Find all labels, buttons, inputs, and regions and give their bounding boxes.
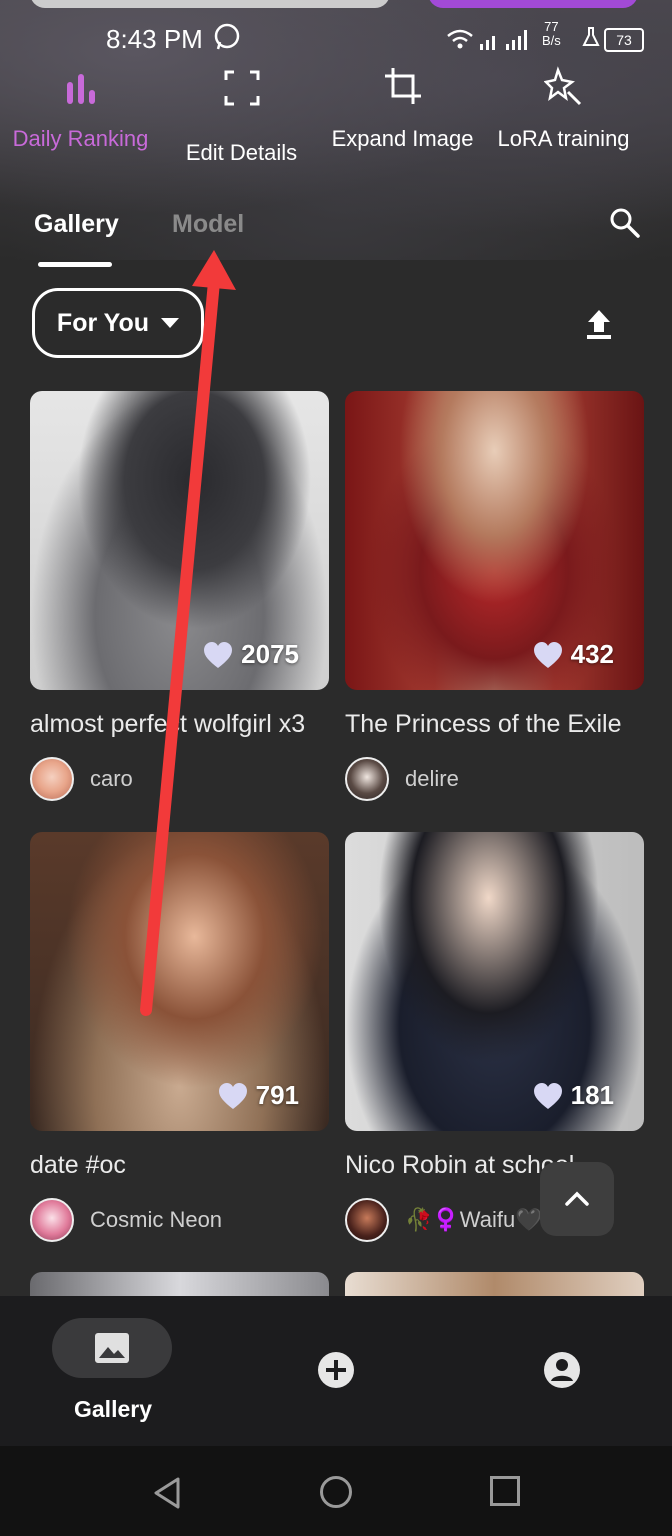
gallery-card[interactable]: 432 The Princess of the Exile delire — [345, 391, 644, 801]
bar-chart-icon — [66, 74, 95, 104]
author-row[interactable]: caro — [30, 757, 329, 801]
feed-filter-dropdown[interactable]: For You — [32, 288, 204, 358]
heart-icon — [218, 1082, 247, 1109]
edit-details-action[interactable]: Edit Details — [161, 50, 322, 170]
artwork-thumbnail[interactable]: 432 — [345, 391, 644, 690]
feed-filter-label: For You — [56, 308, 150, 337]
author-name: caro — [90, 766, 133, 791]
avatar[interactable] — [30, 757, 74, 801]
heart-icon — [533, 641, 562, 668]
battery-indicator: 73 — [604, 28, 644, 52]
gallery-card[interactable]: 2075 almost perfect wolfgirl x3 caro — [30, 391, 329, 801]
add-circle-icon[interactable] — [316, 1350, 356, 1390]
artwork-thumbnail[interactable]: 2075 — [30, 391, 329, 690]
daily-ranking-label: Daily Ranking — [12, 126, 149, 151]
like-count-value: 432 — [570, 639, 614, 669]
tab-gallery[interactable]: Gallery — [34, 210, 119, 239]
gallery-card-partial[interactable] — [345, 1272, 644, 1296]
edit-details-label: Edit Details — [185, 140, 298, 165]
lora-training-action[interactable]: LoRA training — [483, 50, 644, 170]
home-icon[interactable] — [320, 1476, 352, 1508]
like-count-value: 791 — [255, 1080, 299, 1110]
gallery-card-partial[interactable] — [30, 1272, 329, 1296]
like-count[interactable]: 181 — [533, 1080, 614, 1111]
magic-star-icon — [543, 66, 581, 106]
expand-image-label: Expand Image — [331, 126, 474, 151]
heart-icon — [533, 1082, 562, 1109]
system-navigation-bar — [0, 1446, 672, 1536]
heart-icon — [204, 641, 233, 668]
tab-model[interactable]: Model — [172, 210, 244, 239]
gallery-model-tabs: Gallery Model — [0, 206, 672, 267]
like-count-value: 2075 — [241, 639, 299, 669]
search-icon[interactable] — [608, 206, 642, 240]
like-count[interactable]: 791 — [218, 1080, 299, 1111]
artwork-thumbnail[interactable]: 181 — [345, 832, 644, 1131]
network-speed: 77 B/s — [542, 20, 561, 48]
top-banner-right — [428, 0, 638, 8]
top-banner-left — [30, 0, 390, 8]
avatar[interactable] — [30, 1198, 74, 1242]
artwork-title[interactable]: The Princess of the Exile — [345, 710, 644, 739]
network-speed-unit: B/s — [542, 33, 561, 48]
author-name: 🥀♀️Waifu🖤 — [405, 1207, 543, 1232]
like-count-value: 181 — [570, 1080, 614, 1110]
nav-gallery-label[interactable]: Gallery — [74, 1396, 152, 1423]
nav-gallery-button[interactable] — [52, 1318, 172, 1378]
profile-icon[interactable] — [542, 1350, 582, 1390]
image-icon — [95, 1333, 129, 1363]
author-name: delire — [405, 766, 459, 791]
scroll-to-top-button[interactable] — [540, 1162, 614, 1236]
focus-frame-icon — [224, 70, 259, 106]
active-tab-indicator — [38, 262, 112, 267]
artwork-title[interactable]: date #oc — [30, 1151, 329, 1180]
quick-actions-bar: Daily Ranking Edit Details Expand Image … — [0, 50, 672, 170]
author-row[interactable]: delire — [345, 757, 644, 801]
daily-ranking-action[interactable]: Daily Ranking — [0, 50, 161, 170]
lora-training-label: LoRA training — [497, 126, 630, 151]
avatar[interactable] — [345, 1198, 389, 1242]
recent-apps-icon[interactable] — [490, 1476, 520, 1506]
flask-icon — [582, 27, 600, 46]
author-row[interactable]: Cosmic Neon — [30, 1198, 329, 1242]
author-name: Cosmic Neon — [90, 1207, 223, 1232]
network-speed-value: 77 — [544, 19, 559, 34]
avatar[interactable] — [345, 757, 389, 801]
whatsapp-icon — [214, 23, 240, 50]
crop-icon — [384, 68, 421, 104]
like-count[interactable]: 432 — [533, 639, 614, 670]
like-count[interactable]: 2075 — [203, 639, 299, 670]
chevron-down-icon — [161, 318, 180, 328]
gallery-card[interactable]: 791 date #oc Cosmic Neon — [30, 832, 329, 1242]
expand-image-action[interactable]: Expand Image — [322, 50, 483, 170]
back-icon[interactable] — [152, 1476, 182, 1510]
artwork-title[interactable]: almost perfect wolfgirl x3 — [30, 710, 329, 739]
artwork-thumbnail[interactable]: 791 — [30, 832, 329, 1131]
upload-icon[interactable] — [584, 308, 614, 340]
chevron-up-icon — [565, 1191, 589, 1206]
bottom-navigation: Gallery — [0, 1296, 672, 1446]
